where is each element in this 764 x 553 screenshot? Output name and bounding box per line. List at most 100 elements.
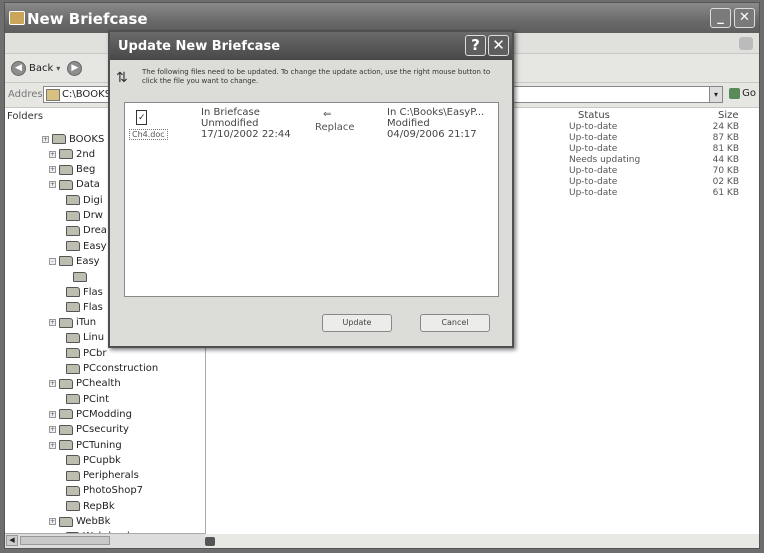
file-row[interactable]: Up-to-date 02 KB	[569, 177, 739, 188]
folder-icon	[59, 516, 73, 527]
file-row[interactable]: Up-to-date 24 KB	[569, 122, 739, 133]
file-row[interactable]: Up-to-date 81 KB	[569, 144, 739, 155]
folder-icon	[73, 271, 87, 282]
folder-tree-item[interactable]: Flas	[56, 285, 103, 299]
back-button[interactable]: ◀ Back ▾ ▶	[11, 59, 83, 77]
file-size: 61 KB	[712, 188, 739, 198]
folder-tree-item[interactable]: RepBk	[56, 499, 115, 513]
file-row[interactable]: Up-to-date 70 KB	[569, 166, 739, 177]
folder-tree-item[interactable]: + PChealth	[49, 377, 121, 391]
column-header-size[interactable]: Size	[718, 110, 739, 121]
folder-tree-item[interactable]: Flas	[56, 300, 103, 314]
folder-tree-item[interactable]	[63, 270, 90, 284]
file-row[interactable]: Up-to-date 87 KB	[569, 133, 739, 144]
horizontal-scrollbar[interactable]: ◀	[5, 533, 205, 548]
folder-tree-item[interactable]: + WebBk	[49, 515, 110, 529]
expand-toggle-icon[interactable]: -	[49, 257, 56, 265]
folder-tree-item[interactable]: Drea	[56, 224, 107, 238]
expand-toggle-icon	[56, 350, 63, 357]
column-header-status[interactable]: Status	[578, 110, 610, 121]
folder-icon	[66, 363, 80, 374]
dialog-message: The following files need to be updated. …	[142, 68, 491, 85]
folder-tree-item[interactable]: Digi	[56, 193, 103, 207]
document-icon: ✓	[133, 109, 151, 127]
folder-tree-item[interactable]: PCconstruction	[56, 362, 158, 376]
title-bar[interactable]: New Briefcase _ ✕	[5, 3, 759, 33]
folder-icon	[66, 302, 80, 313]
expand-toggle-icon	[56, 243, 63, 250]
expand-toggle-icon[interactable]: +	[49, 518, 56, 525]
file-status: Up-to-date	[569, 133, 618, 143]
folder-icon	[66, 287, 80, 297]
file-status: Up-to-date	[569, 166, 618, 176]
go-button[interactable]: Go	[729, 88, 756, 99]
expand-toggle-icon	[56, 197, 63, 204]
expand-toggle-icon[interactable]: +	[49, 380, 56, 388]
right-state: Modified	[387, 118, 430, 129]
folder-tree-item[interactable]: Drw	[56, 209, 103, 223]
folder-tree-item[interactable]: - Easy	[49, 254, 100, 268]
folder-tree-item[interactable]: + PCTuning	[49, 438, 122, 452]
folder-tree-item[interactable]: + PCModding	[49, 407, 132, 421]
folder-icon	[59, 256, 73, 267]
right-date: 04/09/2006 21:17	[387, 129, 477, 140]
folder-icon	[66, 485, 80, 496]
expand-toggle-icon	[56, 457, 63, 464]
folder-label: Drw	[83, 210, 103, 221]
update-button[interactable]: Update	[322, 314, 392, 332]
folder-tree-item[interactable]: Easy	[56, 239, 107, 253]
action-label: Replace	[315, 122, 355, 133]
scroll-thumb[interactable]	[20, 536, 110, 545]
expand-toggle-icon[interactable]: +	[49, 166, 56, 174]
go-label: Go	[742, 88, 756, 99]
folder-tree-item[interactable]: PhotoShop7	[56, 484, 143, 498]
file-name[interactable]: Ch4.doc	[129, 129, 168, 140]
folder-tree-item[interactable]: + BOOKS	[42, 132, 104, 146]
file-size: 70 KB	[712, 166, 739, 176]
file-size: 44 KB	[712, 155, 739, 165]
folder-tree-item[interactable]: + PCsecurity	[49, 423, 129, 437]
file-row[interactable]: Needs updating 44 KB	[569, 155, 739, 166]
expand-toggle-icon	[56, 289, 63, 296]
update-list[interactable]: ✓ Ch4.doc In Briefcase Unmodified 17/10/…	[124, 102, 499, 297]
expand-toggle-icon[interactable]: +	[49, 441, 56, 449]
folder-label: Peripherals	[83, 470, 139, 482]
folder-tree-item[interactable]: PCint	[56, 392, 109, 406]
folder-tree-item[interactable]: Linu	[56, 331, 104, 345]
dialog-title: Update New Briefcase	[118, 39, 281, 54]
folder-tree-item[interactable]: Peripherals	[56, 469, 139, 483]
back-label: Back	[29, 62, 54, 74]
expand-toggle-icon[interactable]: +	[49, 150, 56, 158]
close-button[interactable]: ✕	[734, 8, 755, 28]
expand-toggle-icon[interactable]: +	[49, 181, 56, 189]
expand-toggle-icon[interactable]: +	[42, 135, 49, 143]
address-label: Address	[8, 89, 48, 100]
folder-icon	[59, 409, 73, 420]
folders-header: Folders	[7, 111, 44, 122]
cancel-button[interactable]: Cancel	[420, 314, 490, 332]
folder-tree-item[interactable]: + Data	[49, 178, 100, 192]
folder-label: PChealth	[76, 378, 121, 390]
update-action[interactable]: ⇐ Replace	[315, 109, 355, 133]
dialog-title-bar[interactable]: Update New Briefcase ? ✕	[110, 32, 512, 60]
forward-button[interactable]: ▶	[67, 60, 83, 76]
folder-tree-item[interactable]: PCupbk	[56, 453, 121, 467]
minimize-button[interactable]: _	[710, 8, 731, 28]
folder-tree-item[interactable]: + iTun	[49, 316, 96, 330]
dialog-close-button[interactable]: ✕	[488, 35, 509, 56]
status-icon	[205, 537, 215, 546]
address-dropdown-button[interactable]: ▾	[709, 86, 723, 103]
expand-toggle-icon[interactable]: +	[49, 319, 56, 327]
help-button[interactable]: ?	[465, 35, 486, 56]
expand-toggle-icon[interactable]: +	[49, 410, 56, 418]
expand-toggle-icon	[56, 304, 63, 311]
folder-label: PCint	[83, 393, 110, 405]
file-row[interactable]: Up-to-date 61 KB	[569, 188, 739, 199]
folder-tree-item[interactable]: +2nd	[49, 147, 95, 161]
folder-icon	[66, 348, 80, 359]
scroll-left-arrow-icon[interactable]: ◀	[6, 535, 18, 546]
briefcase-icon	[9, 11, 25, 25]
folder-tree-item[interactable]: PCbr	[56, 346, 106, 360]
expand-toggle-icon[interactable]: +	[49, 426, 56, 434]
folder-tree-item[interactable]: + Beg	[49, 163, 95, 177]
